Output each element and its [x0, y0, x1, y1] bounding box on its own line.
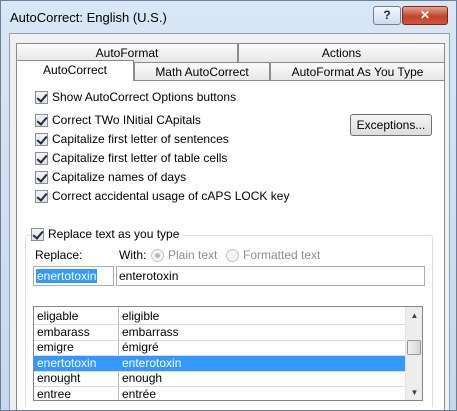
- formatted-text-label: Formatted text: [243, 248, 321, 262]
- checkbox-checked-icon: [35, 189, 48, 203]
- capitalize-table-cells-checkbox[interactable]: Capitalize first letter of table cells: [35, 151, 227, 165]
- replace-label: Replace:: [35, 248, 83, 262]
- entry-replace-text: emigre: [37, 340, 74, 354]
- scroll-down-icon[interactable]: ▼: [407, 385, 422, 400]
- option-label: Capitalize names of days: [52, 170, 187, 184]
- checkbox-checked-icon: [35, 90, 48, 104]
- caps-lock-checkbox[interactable]: Correct accidental usage of cAPS LOCK ke…: [35, 189, 289, 203]
- scroll-up-icon[interactable]: ▲: [407, 308, 422, 323]
- title-bar[interactable]: AutoCorrect: English (U.S.) ? ✕: [1, 1, 456, 33]
- entry-with-text: entrée: [122, 386, 157, 401]
- entry-with-text: eligible: [122, 309, 160, 323]
- tab-autoformat-as-you-type[interactable]: AutoFormat As You Type: [270, 62, 445, 81]
- list-item[interactable]: emigre émigré: [34, 340, 414, 356]
- entry-with-text: embarrass: [122, 324, 179, 339]
- replace-input[interactable]: enertotoxin: [33, 266, 114, 286]
- list-item[interactable]: entree entrée: [34, 386, 414, 401]
- entry-with-text: enterotoxin: [122, 355, 182, 370]
- autocorrect-dialog: AutoCorrect: English (U.S.) ? ✕ AutoForm…: [0, 0, 457, 411]
- exceptions-button[interactable]: Exceptions...: [350, 114, 432, 136]
- option-label: Correct accidental usage of cAPS LOCK ke…: [52, 189, 290, 203]
- list-item[interactable]: enertotoxin enterotoxin: [34, 355, 414, 372]
- checkbox-checked-icon: [35, 113, 48, 127]
- entry-with-text: émigré: [122, 340, 159, 354]
- scroll-thumb[interactable]: [407, 340, 421, 355]
- option-label: Correct TWo INitial CApitals: [52, 113, 201, 127]
- capitalize-sentences-checkbox[interactable]: Capitalize first letter of sentences: [35, 132, 229, 146]
- with-input[interactable]: enterotoxin: [116, 266, 425, 286]
- window-title: AutoCorrect: English (U.S.): [10, 10, 167, 25]
- vertical-scrollbar[interactable]: ▲ ▼: [405, 307, 422, 400]
- show-options-checkbox[interactable]: Show AutoCorrect Options buttons: [35, 90, 236, 104]
- checkbox-checked-icon: [35, 132, 48, 146]
- radio-selected-icon: [151, 248, 164, 262]
- replace-as-you-type-checkbox[interactable]: Replace text as you type: [31, 227, 183, 241]
- checkbox-checked-icon: [35, 170, 48, 184]
- list-item[interactable]: embarass embarrass: [34, 325, 414, 341]
- entry-with-text: enough: [122, 371, 163, 385]
- entry-replace-text: enought: [37, 371, 81, 385]
- tab-math-autocorrect[interactable]: Math AutoCorrect: [134, 62, 270, 81]
- plain-text-label: Plain text: [168, 248, 218, 262]
- option-label: Capitalize first letter of sentences: [52, 132, 229, 146]
- replace-input-value: enertotoxin: [36, 269, 98, 283]
- tab-autocorrect[interactable]: AutoCorrect: [16, 60, 134, 81]
- option-label: Capitalize first letter of table cells: [52, 151, 228, 165]
- correct-two-initial-capitals-checkbox[interactable]: Correct TWo INitial CApitals: [35, 113, 201, 127]
- list-item[interactable]: eligable eligible: [34, 309, 414, 325]
- plain-text-radio[interactable]: Plain text: [151, 248, 217, 262]
- tab-actions[interactable]: Actions: [238, 43, 445, 62]
- checkbox-checked-icon: [35, 151, 48, 165]
- help-button[interactable]: ?: [373, 6, 401, 25]
- entry-replace-text: entree: [37, 386, 72, 401]
- capitalize-days-checkbox[interactable]: Capitalize names of days: [35, 170, 186, 184]
- entry-replace-text: embarass: [37, 324, 90, 339]
- formatted-text-radio[interactable]: Formatted text: [226, 248, 320, 262]
- list-item[interactable]: enought enough: [34, 371, 414, 387]
- close-button[interactable]: ✕: [402, 6, 448, 25]
- entry-replace-text: enertotoxin: [37, 355, 97, 370]
- radio-unselected-icon: [226, 248, 239, 262]
- replace-as-you-type-label: Replace text as you type: [48, 227, 180, 241]
- with-label: With:: [119, 248, 147, 262]
- checkbox-checked-icon: [31, 227, 44, 241]
- autocorrect-entries-list[interactable]: eligable eligible embarass embarrass emigre é…: [33, 306, 423, 401]
- with-input-value: enterotoxin: [119, 269, 179, 283]
- entry-replace-text: eligable: [37, 309, 79, 323]
- show-options-label: Show AutoCorrect Options buttons: [52, 90, 237, 104]
